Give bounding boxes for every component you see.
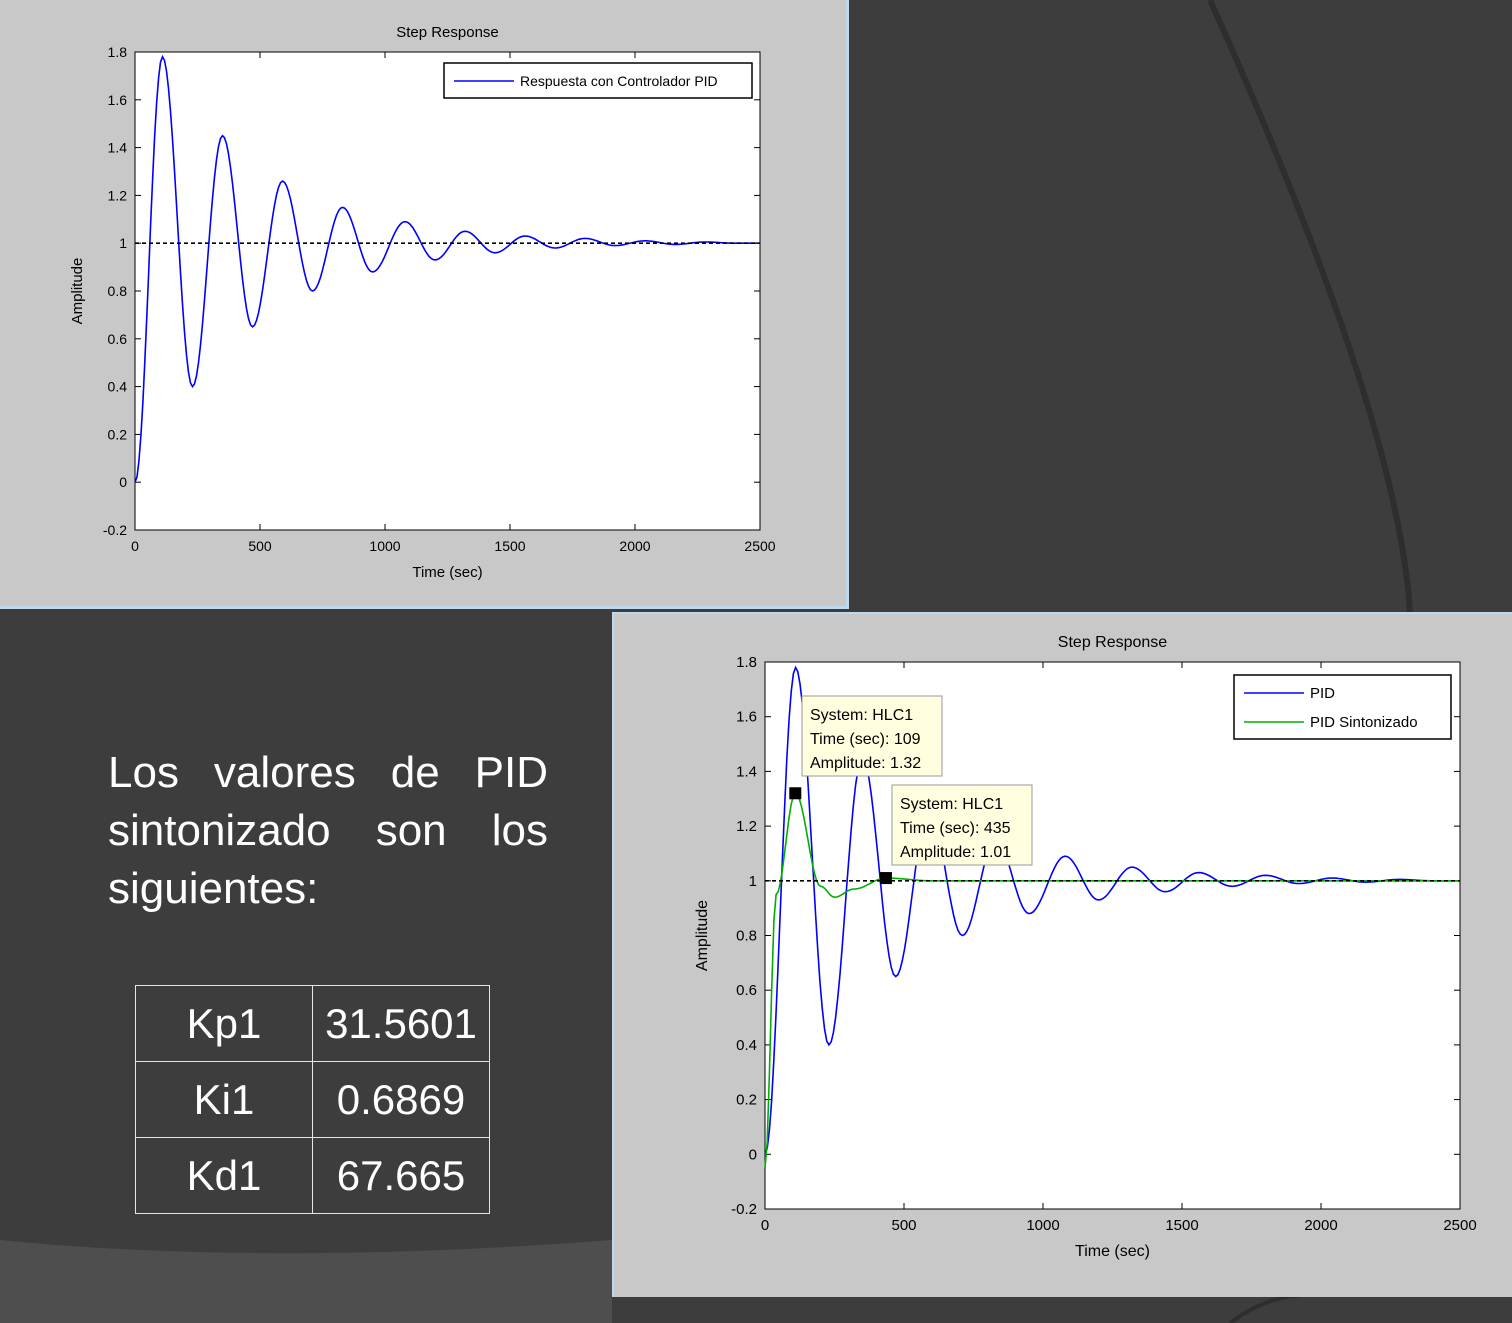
plot-area — [134, 51, 761, 531]
y-tick-label: 1.2 — [736, 818, 757, 835]
y-tick-label: 1.6 — [108, 92, 128, 108]
y-tick-label: 0.6 — [108, 331, 128, 347]
y-axis-label: Amplitude — [69, 258, 86, 325]
y-tick-label: 1.8 — [108, 44, 128, 60]
x-tick-label: 1000 — [369, 538, 400, 554]
legend-label: Respuesta con Controlador PID — [520, 73, 718, 89]
legend-label: PID — [1310, 685, 1335, 702]
y-tick-label: 1.2 — [108, 187, 128, 203]
gain-value: 31.5601 — [312, 985, 490, 1062]
datatip-text: System: HLC1 — [900, 796, 1003, 813]
x-axis-label: Time (sec) — [412, 564, 482, 581]
legend-label: PID Sintonizado — [1310, 714, 1418, 731]
x-tick-label: 2000 — [1304, 1217, 1337, 1234]
step-response-chart-pid: Step Response Time (sec) Amplitude 0 500 1000… — [69, 24, 776, 581]
datatip-text: Time (sec): 435 — [900, 820, 1011, 837]
datatip-marker — [789, 787, 802, 800]
gain-name: Kp1 — [135, 985, 313, 1062]
datatip-text: Amplitude: 1.01 — [900, 844, 1011, 861]
y-axis-label: Amplitude — [694, 900, 711, 971]
gain-name: Ki1 — [135, 1061, 313, 1138]
y-tick-label: -0.2 — [731, 1201, 757, 1218]
pid-description-text: Los valores de PID sintonizado son los s… — [108, 748, 548, 913]
chart-title: Step Response — [396, 24, 499, 41]
datatip-marker — [879, 872, 892, 885]
x-tick-label: 2000 — [619, 538, 650, 554]
y-tick-label: 1 — [119, 235, 127, 251]
gain-name: Kd1 — [135, 1137, 313, 1214]
y-tick-label: 0.2 — [108, 426, 128, 442]
table-row: Kp1 31.5601 — [135, 985, 490, 1062]
y-tick-label: 0.4 — [736, 1037, 757, 1054]
y-tick-label: 1 — [749, 873, 757, 890]
y-tick-label: 1.6 — [736, 709, 757, 726]
y-tick-label: 1.4 — [736, 763, 757, 780]
step-response-figure-pid: Step Response Time (sec) Amplitude 0 500 1000… — [0, 0, 849, 609]
y-tick-label: 0.8 — [736, 928, 757, 945]
x-tick-label: 500 — [248, 538, 272, 554]
pid-gains-table: Kp1 31.5601 Ki1 0.6869 Kd1 67.665 — [135, 985, 490, 1214]
x-tick-label: 0 — [131, 538, 139, 554]
datatip-text: Amplitude: 1.32 — [810, 755, 921, 772]
step-response-figure-comparison: Step Response Time (sec) Amplitude 0 500 1000… — [612, 612, 1512, 1297]
x-tick-label: 0 — [761, 1217, 769, 1234]
datatip-text: System: HLC1 — [810, 707, 913, 724]
x-axis-label: Time (sec) — [1075, 1243, 1150, 1260]
x-tick-label: 500 — [891, 1217, 916, 1234]
y-tick-label: 0 — [119, 474, 127, 490]
y-tick-label: 1.8 — [736, 654, 757, 671]
y-tick-label: 0.2 — [736, 1092, 757, 1109]
table-row: Kd1 67.665 — [135, 1137, 490, 1214]
chart-title: Step Response — [1058, 634, 1168, 651]
gain-value: 0.6869 — [312, 1061, 490, 1138]
x-tick-label: 1500 — [1165, 1217, 1198, 1234]
x-tick-label: 1000 — [1026, 1217, 1059, 1234]
y-tick-label: 0.8 — [108, 283, 128, 299]
x-tick-label: 1500 — [494, 538, 525, 554]
y-tick-label: 0.6 — [736, 982, 757, 999]
gain-value: 67.665 — [312, 1137, 490, 1214]
y-tick-label: 1.4 — [108, 140, 128, 156]
y-tick-label: -0.2 — [103, 522, 127, 538]
table-row: Ki1 0.6869 — [135, 1061, 490, 1138]
x-tick-label: 2500 — [744, 538, 775, 554]
y-tick-label: 0 — [749, 1146, 757, 1163]
y-tick-label: 0.4 — [108, 379, 128, 395]
step-response-chart-comparison: Step Response Time (sec) Amplitude 0 500 1000… — [694, 634, 1477, 1260]
x-tick-label: 2500 — [1443, 1217, 1476, 1234]
datatip-text: Time (sec): 109 — [810, 731, 921, 748]
